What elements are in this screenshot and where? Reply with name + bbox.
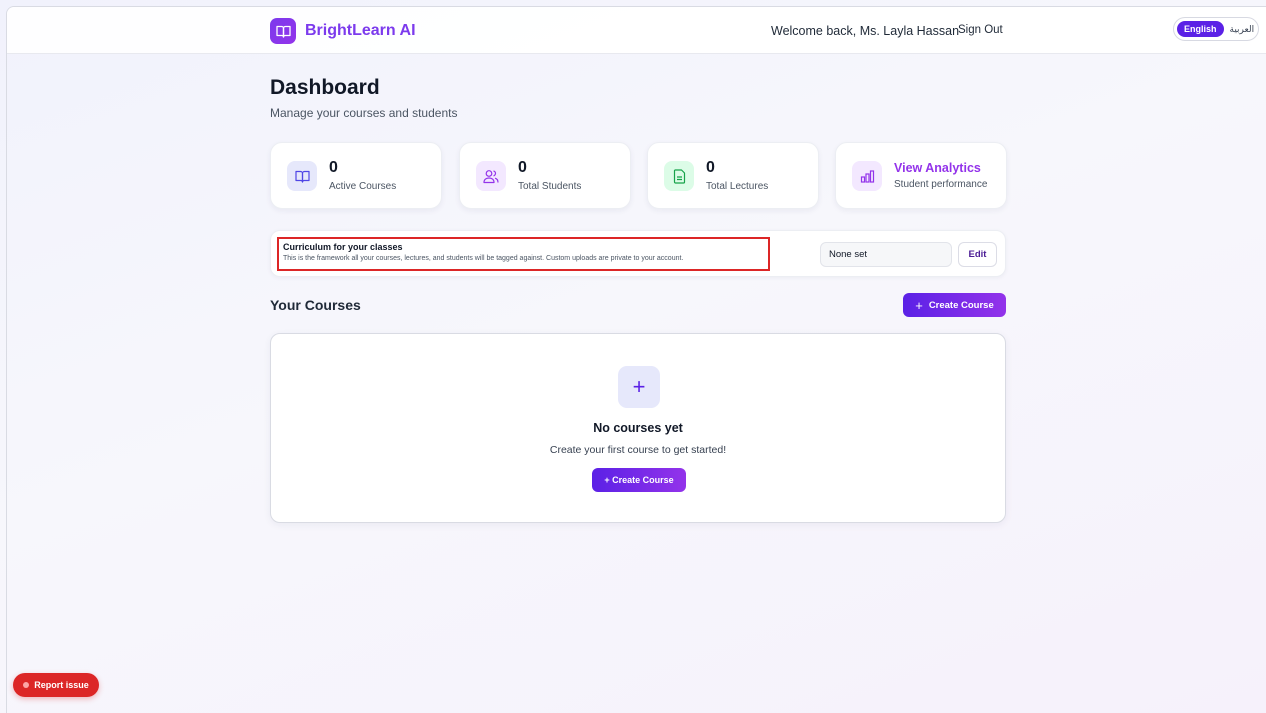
- language-toggle: English العربية: [1173, 17, 1259, 41]
- stat-value: 0: [518, 159, 527, 176]
- curriculum-description: This is the framework all your courses, …: [283, 255, 684, 262]
- welcome-text: Welcome back, Ms. Layla Hassan: [771, 24, 960, 38]
- stat-label: Total Students: [518, 181, 582, 192]
- users-icon: [476, 161, 506, 191]
- curriculum-select[interactable]: None set: [820, 242, 952, 267]
- your-courses-heading: Your Courses: [270, 297, 361, 313]
- brand[interactable]: BrightLearn AI: [270, 18, 416, 44]
- stat-card-total-students: 0 Total Students: [459, 142, 631, 209]
- brand-name: BrightLearn AI: [305, 22, 416, 39]
- book-icon: [287, 161, 317, 191]
- document-icon: [664, 161, 694, 191]
- language-arabic-button[interactable]: العربية: [1230, 24, 1255, 35]
- app-window: BrightLearn AI Welcome back, Ms. Layla H…: [6, 6, 1266, 713]
- courses-empty-state: + No courses yet Create your first cours…: [270, 333, 1006, 523]
- top-bar: BrightLearn AI Welcome back, Ms. Layla H…: [7, 7, 1266, 54]
- analytics-subtitle: Student performance: [894, 179, 988, 190]
- curriculum-edit-button[interactable]: Edit: [958, 242, 997, 267]
- create-course-label: Create Course: [928, 299, 994, 311]
- stat-label: Total Lectures: [706, 181, 769, 192]
- view-analytics-link[interactable]: View Analytics: [894, 161, 981, 175]
- report-issue-label: Report issue: [34, 680, 89, 690]
- page-title: Dashboard: [270, 76, 380, 99]
- sign-out-link[interactable]: Sign Out: [958, 24, 1003, 36]
- bar-chart-icon: [852, 161, 882, 191]
- curriculum-title: Curriculum for your classes: [283, 242, 403, 252]
- empty-state-description: Create your first course to get started!: [549, 444, 727, 456]
- curriculum-panel: Curriculum for your classes This is the …: [270, 230, 1006, 277]
- plus-icon: +: [618, 366, 660, 408]
- stat-value: 0: [329, 159, 338, 176]
- curriculum-info: Curriculum for your classes This is the …: [277, 237, 770, 271]
- view-analytics-card[interactable]: View Analytics Student performance: [835, 142, 1007, 209]
- create-course-button[interactable]: + Create Course: [903, 293, 1006, 317]
- plus-icon: +: [915, 297, 923, 313]
- page-subtitle: Manage your courses and students: [270, 106, 458, 120]
- book-logo-icon: [270, 18, 296, 44]
- report-issue-button[interactable]: Report issue: [13, 673, 99, 697]
- empty-state-title: No courses yet: [593, 421, 683, 435]
- bug-icon: [23, 682, 30, 688]
- stat-card-total-lectures: 0 Total Lectures: [647, 142, 819, 209]
- stat-card-active-courses: 0 Active Courses: [270, 142, 442, 209]
- empty-create-course-button[interactable]: + Create Course: [592, 468, 686, 492]
- stat-label: Active Courses: [329, 181, 397, 192]
- stat-value: 0: [706, 159, 715, 176]
- language-english-button[interactable]: English: [1177, 21, 1224, 37]
